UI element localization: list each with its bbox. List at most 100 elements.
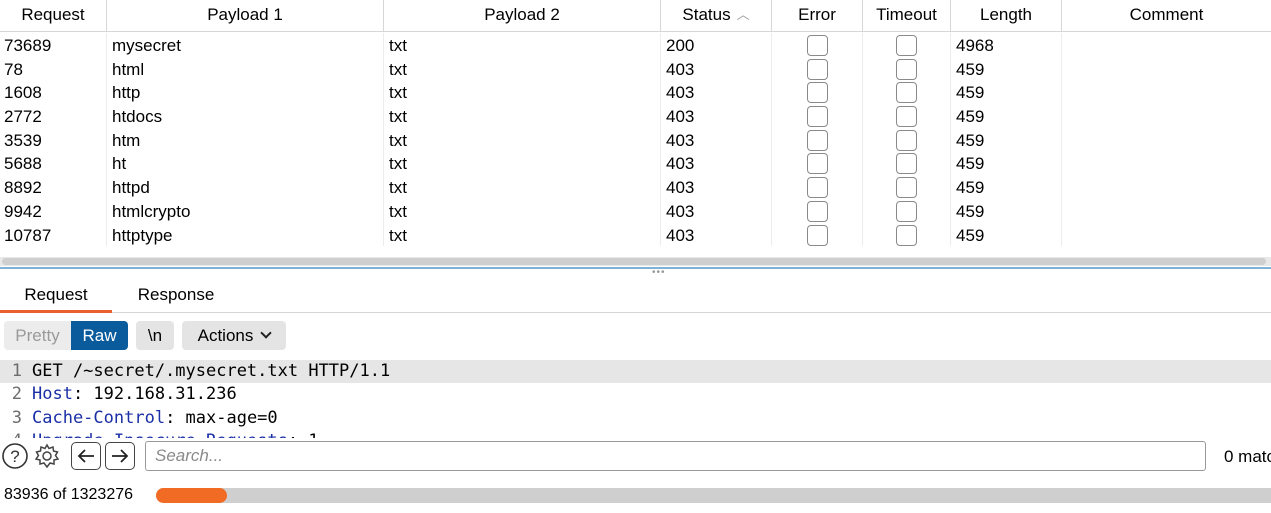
table-row[interactable]: 9942 htmlcrypto txt 403 459 bbox=[0, 198, 1271, 223]
editor-line: 3 Cache-Control: max-age=0 bbox=[0, 407, 1271, 430]
column-header-comment[interactable]: Comment bbox=[1062, 0, 1271, 32]
comment-cell bbox=[1062, 80, 1271, 104]
payload2-cell: txt bbox=[384, 175, 661, 199]
next-match-button[interactable] bbox=[105, 442, 135, 470]
payload2-cell: txt bbox=[384, 33, 661, 57]
editor-line: 4Upgrade-Insecure-Requests: 1 bbox=[0, 430, 1271, 438]
header-value: GET /~secret/.mysecret.txt HTTP/1.1 bbox=[32, 361, 391, 381]
show-newlines-button[interactable]: \n bbox=[136, 321, 174, 350]
status-cell: 403 bbox=[661, 127, 772, 152]
table-row[interactable]: 3539 htm txt 403 459 bbox=[0, 127, 1271, 152]
previous-match-button[interactable] bbox=[71, 442, 101, 470]
table-row[interactable]: 8892 httpd txt 403 459 bbox=[0, 175, 1271, 199]
table-row[interactable]: 73689 mysecret txt 200 4968 bbox=[0, 33, 1271, 57]
tab-request[interactable]: Request bbox=[0, 278, 112, 313]
column-header-payload2[interactable]: Payload 2 bbox=[384, 0, 661, 32]
timeout-cell bbox=[863, 222, 951, 247]
table-row[interactable]: 78 html txt 403 459 bbox=[0, 56, 1271, 81]
comment-cell bbox=[1062, 175, 1271, 199]
timeout-cell bbox=[863, 151, 951, 176]
request-cell: 1608 bbox=[0, 80, 107, 105]
length-cell: 459 bbox=[951, 222, 1062, 247]
status-cell: 403 bbox=[661, 198, 772, 223]
status-cell: 200 bbox=[661, 33, 772, 57]
comment-cell bbox=[1062, 128, 1271, 152]
timeout-cell bbox=[863, 33, 951, 57]
split-drag-handle[interactable]: ••• bbox=[652, 268, 666, 278]
line-code: Upgrade-Insecure-Requests: 1 bbox=[22, 430, 319, 438]
editor-toolbar: Pretty Raw \n Actions bbox=[0, 320, 1271, 352]
header-value: : 1 bbox=[288, 431, 319, 438]
results-table: Request Payload 1 Payload 2 Status ︿ Erro… bbox=[0, 0, 1271, 258]
timeout-checkbox bbox=[896, 129, 917, 151]
length-cell: 459 bbox=[951, 56, 1062, 81]
column-header-error[interactable]: Error bbox=[772, 0, 863, 32]
timeout-checkbox bbox=[896, 200, 917, 222]
payload1-cell: htmlcrypto bbox=[107, 198, 384, 223]
error-cell bbox=[772, 198, 863, 223]
payload1-cell: http bbox=[107, 80, 384, 105]
progress-text: 83936 of 1323276 bbox=[4, 486, 134, 503]
raw-button[interactable]: Raw bbox=[71, 321, 128, 350]
table-row[interactable]: 2772 htdocs txt 403 459 bbox=[0, 104, 1271, 128]
payload1-cell: html bbox=[107, 56, 384, 81]
line-number: 4 bbox=[0, 430, 22, 438]
horizontal-scrollbar[interactable] bbox=[0, 257, 1271, 266]
help-icon[interactable]: ? bbox=[1, 442, 29, 470]
timeout-cell bbox=[863, 56, 951, 81]
comment-cell bbox=[1062, 104, 1271, 128]
status-cell: 403 bbox=[661, 56, 772, 81]
payload1-cell: ht bbox=[107, 151, 384, 176]
search-input[interactable] bbox=[145, 441, 1206, 471]
request-cell: 3539 bbox=[0, 127, 107, 152]
line-number: 2 bbox=[11, 384, 22, 405]
column-header-request[interactable]: Request bbox=[0, 0, 107, 32]
timeout-cell bbox=[863, 175, 951, 199]
status-cell: 403 bbox=[661, 104, 772, 128]
header-name: Host bbox=[32, 384, 73, 405]
match-count: 0 matc bbox=[1224, 447, 1271, 466]
table-row[interactable]: 10787 httptype txt 403 459 bbox=[0, 222, 1271, 247]
timeout-checkbox bbox=[896, 153, 917, 175]
error-cell bbox=[772, 104, 863, 128]
payload1-cell: httpd bbox=[107, 175, 384, 199]
progress-bar-fill bbox=[156, 488, 227, 503]
table-row[interactable]: 1608 http txt 403 459 bbox=[0, 80, 1271, 105]
table-header: Request Payload 1 Payload 2 Status ︿ Erro… bbox=[0, 0, 1271, 32]
payload2-cell: txt bbox=[384, 80, 661, 105]
payload2-cell: txt bbox=[384, 151, 661, 176]
column-header-length[interactable]: Length bbox=[951, 0, 1062, 32]
timeout-cell bbox=[863, 104, 951, 128]
svg-text:?: ? bbox=[10, 447, 19, 466]
sort-ascending-icon: ︿ bbox=[736, 7, 750, 22]
scrollbar-thumb[interactable] bbox=[2, 258, 1266, 265]
message-tabs: Request Response bbox=[0, 278, 1271, 313]
request-editor[interactable]: 1 GET /~secret/.mysecret.txt HTTP/1.1 2 Hos… bbox=[0, 360, 1271, 438]
length-cell: 4968 bbox=[951, 33, 1062, 57]
tab-response[interactable]: Response bbox=[120, 278, 232, 313]
header-name: Cache-Control bbox=[32, 407, 166, 428]
actions-dropdown[interactable]: Actions bbox=[182, 321, 286, 350]
column-header-status[interactable]: Status ︿ bbox=[661, 0, 772, 32]
payload2-cell: txt bbox=[384, 104, 661, 128]
request-cell: 10787 bbox=[0, 222, 107, 247]
timeout-checkbox bbox=[896, 35, 917, 56]
payload2-cell: txt bbox=[384, 127, 661, 152]
column-header-payload1[interactable]: Payload 1 bbox=[107, 0, 384, 32]
error-cell bbox=[772, 175, 863, 199]
table-row[interactable]: 5688 ht txt 403 459 bbox=[0, 151, 1271, 176]
status-cell: 403 bbox=[661, 151, 772, 176]
error-cell bbox=[772, 222, 863, 247]
request-cell: 78 bbox=[0, 56, 107, 81]
payload1-cell: htdocs bbox=[107, 104, 384, 128]
payload1-cell: httptype bbox=[107, 222, 384, 247]
timeout-checkbox bbox=[896, 58, 917, 80]
request-cell: 8892 bbox=[0, 175, 107, 199]
payload2-cell: txt bbox=[384, 56, 661, 81]
column-header-timeout[interactable]: Timeout bbox=[863, 0, 951, 32]
gear-icon[interactable] bbox=[33, 442, 61, 470]
error-cell bbox=[772, 33, 863, 57]
length-cell: 459 bbox=[951, 151, 1062, 176]
line-code: Cache-Control: max-age=0 bbox=[22, 407, 278, 430]
pretty-button[interactable]: Pretty bbox=[4, 321, 71, 350]
